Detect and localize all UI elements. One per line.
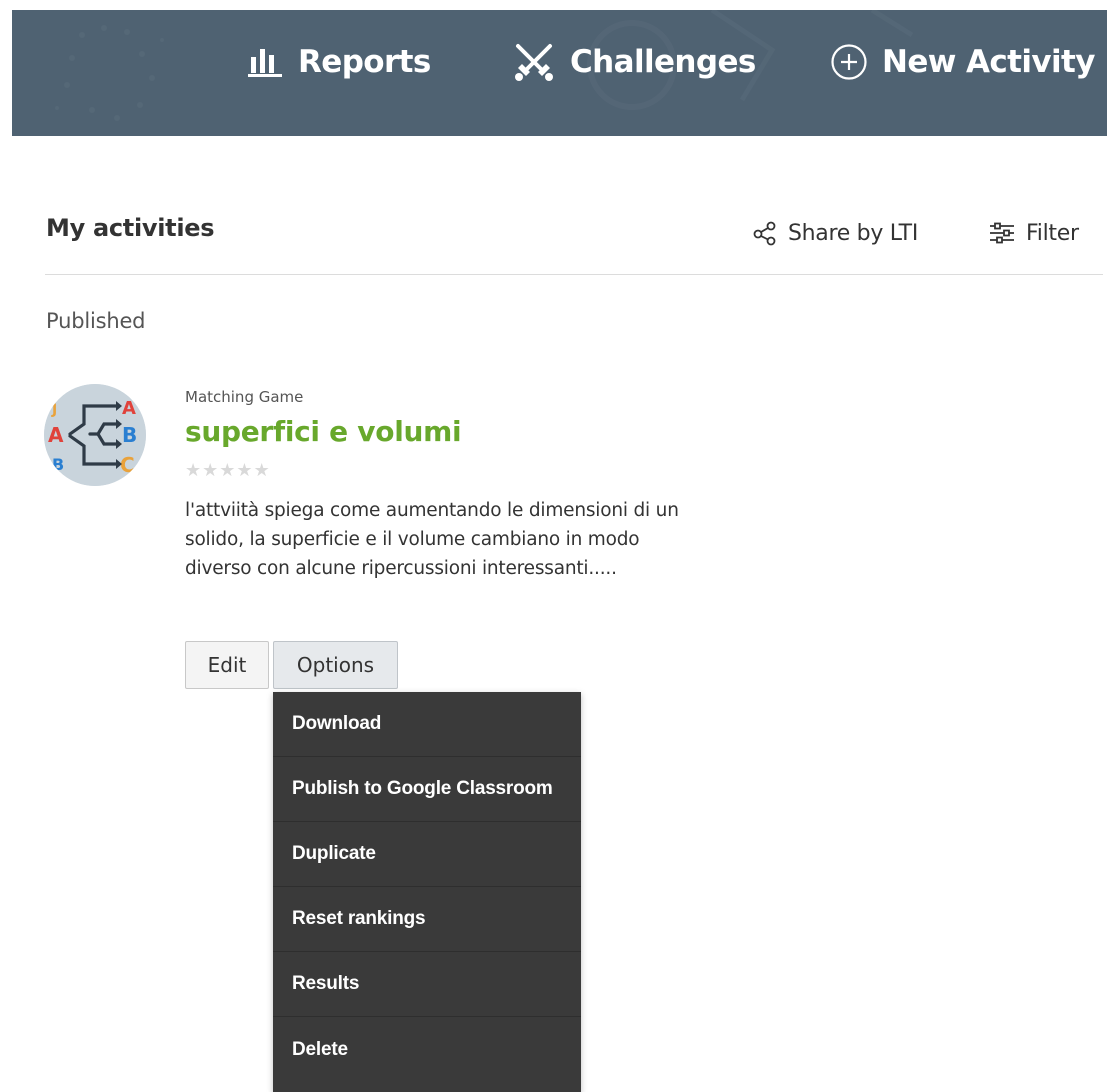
- share-by-lti-label: Share by LTI: [788, 220, 919, 246]
- nav-new-activity-label: New Activity: [882, 44, 1095, 80]
- sliders-icon: [988, 221, 1016, 245]
- menu-item-reset-rankings[interactable]: Reset rankings: [273, 887, 581, 952]
- activity-type: Matching Game: [185, 388, 304, 406]
- header-divider: [45, 274, 1103, 275]
- svg-text:J: J: [51, 402, 57, 418]
- bar-chart-icon: [248, 47, 284, 77]
- activity-thumbnail[interactable]: J A B A B C: [44, 384, 146, 486]
- options-button[interactable]: Options: [273, 641, 398, 689]
- star-icon: ★: [219, 460, 236, 481]
- svg-text:A: A: [48, 423, 64, 447]
- plus-circle-icon: [830, 43, 868, 81]
- activity-description: l'attviità spiega come aumentando le dim…: [185, 500, 679, 579]
- nav-reports[interactable]: Reports: [248, 32, 431, 92]
- crossed-swords-icon: [512, 40, 556, 84]
- svg-text:B: B: [52, 455, 64, 474]
- menu-item-download[interactable]: Download: [273, 692, 581, 757]
- svg-text:A: A: [122, 398, 136, 419]
- menu-item-results[interactable]: Results: [273, 952, 581, 1017]
- share-by-lti-button[interactable]: Share by LTI: [752, 216, 918, 250]
- star-icon: ★: [202, 460, 219, 481]
- nav-reports-label: Reports: [298, 44, 431, 80]
- options-dropdown-menu: Download Publish to Google Classroom Dup…: [273, 692, 581, 1092]
- matching-game-icon: J A B A B C: [44, 384, 146, 486]
- nav-challenges[interactable]: Challenges: [512, 32, 756, 92]
- svg-text:B: B: [122, 423, 137, 447]
- section-label-published: Published: [46, 309, 146, 333]
- nav-challenges-label: Challenges: [570, 44, 756, 80]
- filter-label: Filter: [1026, 220, 1079, 246]
- star-icon: ★: [253, 460, 270, 481]
- edit-button[interactable]: Edit: [185, 641, 269, 689]
- activity-title-link[interactable]: superfici e volumi: [185, 415, 462, 448]
- star-icon: ★: [236, 460, 253, 481]
- page-title: My activities: [46, 214, 215, 242]
- share-icon: [752, 220, 778, 246]
- rating-stars[interactable]: ★ ★ ★ ★ ★: [185, 460, 270, 482]
- svg-text:C: C: [120, 453, 135, 477]
- top-navigation-bar: Reports Challenges New Activity: [12, 10, 1107, 136]
- nav-new-activity[interactable]: New Activity: [830, 32, 1095, 92]
- star-icon: ★: [185, 460, 202, 481]
- menu-item-duplicate[interactable]: Duplicate: [273, 822, 581, 887]
- menu-item-delete[interactable]: Delete: [273, 1017, 581, 1082]
- menu-item-publish-google-classroom[interactable]: Publish to Google Classroom: [273, 757, 581, 822]
- filter-button[interactable]: Filter: [988, 216, 1079, 250]
